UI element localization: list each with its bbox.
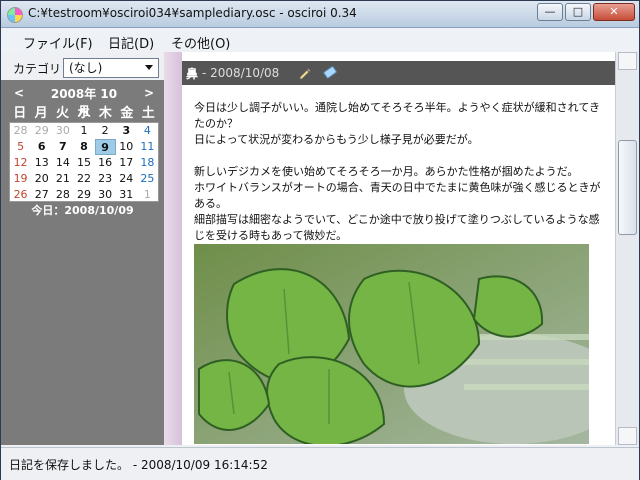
entry-header: 鼻 - 2008/10/08 <box>182 61 615 85</box>
entry-paragraph: 新しいデジカメを使い始めてそろそろ一か月。あらかた性格が掴めたようだ。 <box>194 165 579 178</box>
calendar-day[interactable]: 13 <box>31 155 52 171</box>
edit-pencil-icon[interactable] <box>298 66 312 80</box>
calendar-day[interactable]: 30 <box>95 187 116 203</box>
status-message: 日記を保存しました。 - 2008/10/09 16:14:52 <box>9 458 268 472</box>
next-month-button[interactable]: > <box>144 86 154 100</box>
menu-bar: ファイル(F) 日記(D) その他(O) <box>1 28 639 53</box>
calendar-day[interactable]: 24 <box>116 171 137 187</box>
weekday-tue: 火 <box>56 106 70 121</box>
entry-body: 今日は少し調子がいい。通院し始めてそろそろ半年。ようやく症状が緩和されてきたのか… <box>194 100 604 244</box>
title-bar[interactable]: C:¥testroom¥osciroi034¥samplediary.osc -… <box>1 1 639 28</box>
calendar-header: < 2008年 10月 > <box>1 84 164 118</box>
calendar-day[interactable]: 23 <box>95 171 116 187</box>
window-title: C:¥testroom¥osciroi034¥samplediary.osc -… <box>28 6 357 20</box>
calendar-day[interactable]: 25 <box>137 171 158 187</box>
sidebar: カテゴリ： (なし) < 2008年 10月 > 日 月 火 水 木 金 土 2… <box>1 52 164 445</box>
calendar-day[interactable]: 20 <box>31 171 52 187</box>
calendar-day[interactable]: 28 <box>10 123 31 139</box>
category-row: カテゴリ： (なし) <box>1 52 164 80</box>
entry-paragraph: 細部描写は細密なようでいて、どこか途中で放り投げて塗りつぶしているような感じを受… <box>194 213 600 242</box>
minimize-button[interactable]: — <box>537 3 563 21</box>
splitter[interactable] <box>164 52 182 445</box>
menu-other[interactable]: その他(O) <box>171 33 230 52</box>
weekday-sun: 日 <box>13 106 27 121</box>
calendar-day[interactable]: 15 <box>73 155 94 171</box>
weekday-mon: 月 <box>34 106 48 121</box>
calendar-day[interactable]: 17 <box>116 155 137 171</box>
entry-date: - 2008/10/08 <box>202 66 280 80</box>
calendar-day[interactable]: 7 <box>52 139 73 155</box>
calendar-day[interactable]: 5 <box>10 139 31 155</box>
entry-paragraph: 今日は少し調子がいい。通院し始めてそろそろ半年。ようやく症状が緩和されてきたのか… <box>194 101 601 130</box>
calendar-day[interactable]: 21 <box>52 171 73 187</box>
calendar-day[interactable]: 22 <box>73 171 94 187</box>
weekday-sat: 土 <box>141 106 155 121</box>
weekday-wed: 水 <box>77 106 91 121</box>
calendar-day[interactable]: 30 <box>52 123 73 139</box>
entry-title: 鼻 <box>186 67 199 81</box>
entry-paragraph: 日によって状況が変わるからもう少し様子見が必要だが。 <box>194 133 479 146</box>
calendar-day[interactable]: 10 <box>116 139 137 155</box>
calendar-day[interactable]: 14 <box>52 155 73 171</box>
category-select[interactable]: (なし) <box>63 58 159 78</box>
scroll-thumb[interactable] <box>618 140 637 235</box>
status-bar: 日記を保存しました。 - 2008/10/09 16:14:52 <box>1 447 639 480</box>
calendar-day[interactable]: 27 <box>31 187 52 203</box>
calendar-day[interactable]: 29 <box>31 123 52 139</box>
entry-spacer <box>194 148 604 164</box>
menu-diary[interactable]: 日記(D) <box>108 33 154 52</box>
menu-file[interactable]: ファイル(F) <box>23 33 93 52</box>
calendar-day[interactable]: 31 <box>116 187 137 203</box>
calendar-day[interactable]: 8 <box>73 139 94 155</box>
entry-paragraph: ホワイトバランスがオートの場合、青天の日中でたまに黄色味が強く感じるときがある。 <box>194 181 601 210</box>
app-icon <box>7 7 23 23</box>
leaves-photo <box>194 244 589 444</box>
calendar-day[interactable]: 6 <box>31 139 52 155</box>
calendar-day[interactable]: 29 <box>73 187 94 203</box>
weekday-thu: 木 <box>98 106 112 121</box>
calendar-day[interactable]: 18 <box>137 155 158 171</box>
entry-view: 鼻 - 2008/10/08 今日は少し調子がいい。通院し始めてそろそろ半年。よ… <box>182 52 615 445</box>
window-controls: — □ ✕ <box>537 3 635 21</box>
close-button[interactable]: ✕ <box>593 3 635 21</box>
calendar-day[interactable]: 2 <box>95 123 116 139</box>
calendar-day[interactable]: 1 <box>137 187 158 203</box>
eraser-icon[interactable] <box>323 66 337 80</box>
today-label: 今日：2008/10/09 <box>31 204 134 217</box>
calendar-day[interactable]: 28 <box>52 187 73 203</box>
calendar-day[interactable]: 19 <box>10 171 31 187</box>
calendar-day[interactable]: 26 <box>10 187 31 203</box>
calendar-day-today[interactable]: 9 <box>94 139 116 155</box>
app-window: C:¥testroom¥osciroi034¥samplediary.osc -… <box>0 0 640 480</box>
calendar-day[interactable]: 1 <box>73 123 94 139</box>
calendar-day[interactable]: 11 <box>137 139 158 155</box>
calendar-grid: 28 29 30 1 2 3 4 5 6 7 8 9 10 11 12 13 1… <box>9 122 159 202</box>
calendar-day[interactable]: 4 <box>137 123 158 139</box>
vertical-scrollbar[interactable] <box>615 52 639 445</box>
maximize-button[interactable]: □ <box>565 3 591 21</box>
weekday-fri: 金 <box>120 106 134 121</box>
scroll-up-button[interactable] <box>618 52 637 70</box>
calendar-day[interactable]: 12 <box>10 155 31 171</box>
calendar-day[interactable]: 3 <box>116 123 137 139</box>
weekday-row: 日 月 火 水 木 金 土 <box>9 105 159 122</box>
scroll-down-button[interactable] <box>618 427 637 445</box>
chevron-down-icon <box>145 65 153 70</box>
calendar-day[interactable]: 16 <box>95 155 116 171</box>
category-value: (なし) <box>69 61 103 75</box>
prev-month-button[interactable]: < <box>14 86 24 100</box>
